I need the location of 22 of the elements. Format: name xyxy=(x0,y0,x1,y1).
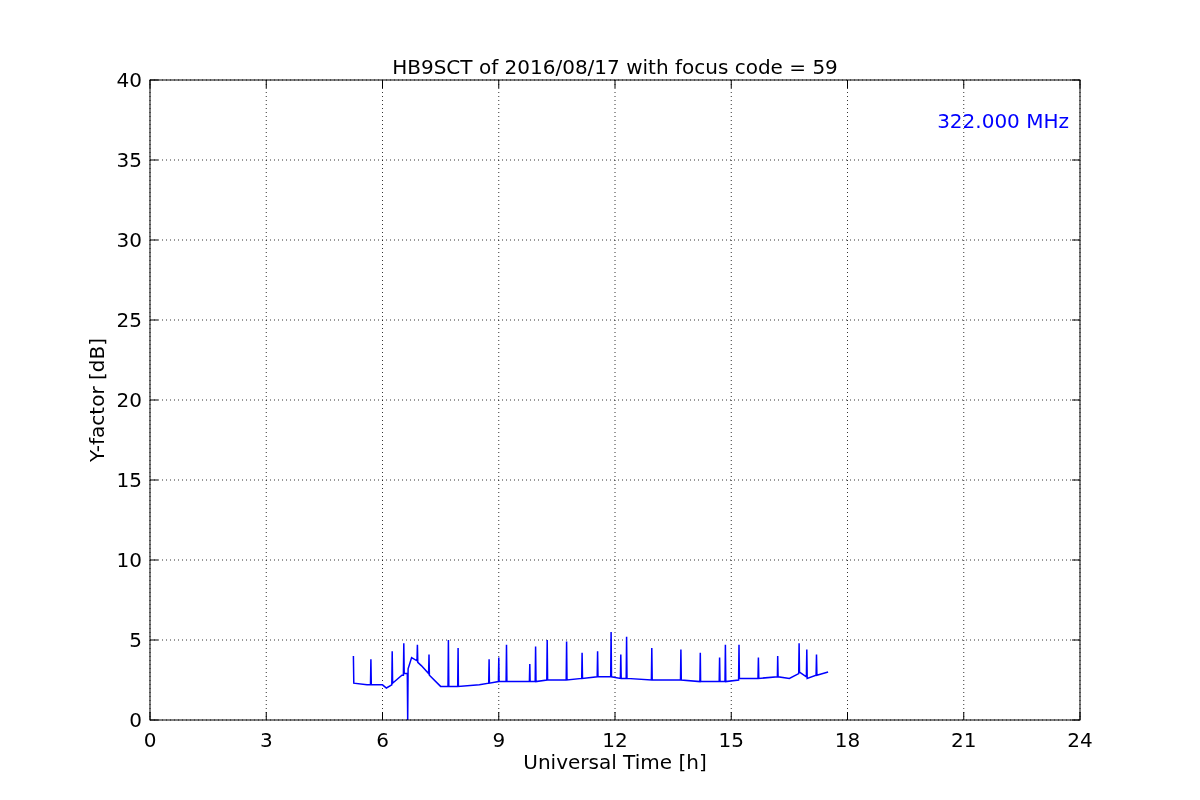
tick-label: 0 xyxy=(143,728,157,752)
tick-label: 12 xyxy=(602,728,628,752)
tick-label: 9 xyxy=(492,728,506,752)
axis-label: Universal Time [h] xyxy=(523,750,707,774)
tick-label: 15 xyxy=(116,468,142,492)
tick-label: 0 xyxy=(129,708,142,732)
tick-label: 21 xyxy=(951,728,977,752)
tick-label: 40 xyxy=(116,68,142,92)
tick-label: 35 xyxy=(116,148,142,172)
axis-label: Y-factor [dB] xyxy=(85,338,109,462)
tick-label: 6 xyxy=(376,728,389,752)
tick-label: 5 xyxy=(129,628,142,652)
tick-label: 24 xyxy=(1067,728,1093,752)
chart-title: HB9SCT of 2016/08/17 with focus code = 59 xyxy=(392,55,838,79)
series-label: 322.000 MHz xyxy=(937,109,1069,133)
tick-label: 25 xyxy=(116,308,142,332)
tick-label: 30 xyxy=(116,228,142,252)
tick-label: 18 xyxy=(834,728,861,752)
tick-label: 20 xyxy=(116,388,142,412)
tick-label: 10 xyxy=(116,548,142,572)
tick-label: 3 xyxy=(259,728,273,752)
tick-label: 15 xyxy=(718,728,744,752)
